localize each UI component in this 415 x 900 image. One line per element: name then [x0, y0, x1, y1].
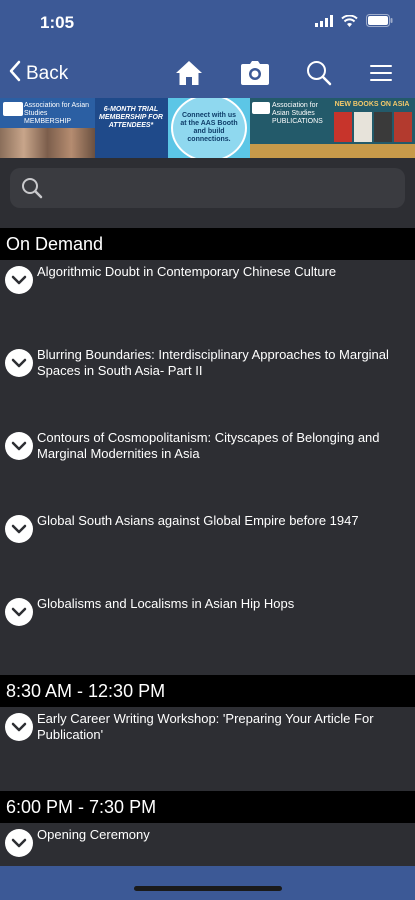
session-title: Early Career Writing Workshop: 'Preparin…	[37, 711, 374, 742]
session-title: Algorithmic Doubt in Contemporary Chines…	[37, 264, 337, 279]
search-area	[0, 158, 415, 228]
battery-icon	[366, 14, 393, 32]
section-header-time-slot: 8:30 AM - 12:30 PM	[0, 675, 415, 707]
aas-logo-icon	[3, 102, 23, 116]
connect-banner-segment: Connect with us at the AAS Booth and bui…	[168, 98, 250, 158]
publications-banner-segment: Association for Asian Studies PUBLICATIO…	[250, 98, 415, 158]
session-title: Contours of Cosmopolitanism: Cityscapes …	[37, 430, 380, 461]
camera-icon[interactable]	[240, 58, 270, 88]
chevron-down-icon[interactable]	[5, 266, 33, 294]
trial-membership-text: 6-MONTH TRIAL MEMBERSHIP FOR ATTENDEES*	[99, 106, 163, 129]
nav-bar: Back	[0, 46, 415, 98]
chevron-down-icon[interactable]	[5, 713, 33, 741]
new-books-text: NEW BOOKS ON ASIA	[334, 101, 410, 108]
chevron-down-icon[interactable]	[5, 829, 33, 857]
search-input[interactable]	[50, 176, 390, 200]
menu-icon[interactable]	[366, 58, 396, 88]
session-item[interactable]: Opening Ceremony	[0, 823, 415, 857]
connect-text: Connect with us at the AAS Booth and bui…	[180, 112, 238, 143]
book-cover-4	[394, 112, 412, 142]
session-item[interactable]: Algorithmic Doubt in Contemporary Chines…	[0, 260, 415, 294]
signal-icon	[315, 14, 333, 32]
session-title: Opening Ceremony	[37, 827, 150, 842]
session-item[interactable]: Global South Asians against Global Empir…	[0, 509, 415, 543]
session-title: Global South Asians against Global Empir…	[37, 513, 359, 528]
status-bar: 1:05	[0, 0, 415, 46]
status-icons	[315, 14, 393, 32]
chevron-down-icon[interactable]	[5, 598, 33, 626]
session-item[interactable]: Early Career Writing Workshop: 'Preparin…	[0, 707, 415, 743]
back-label: Back	[26, 63, 69, 84]
book-cover-1	[334, 112, 352, 142]
session-item[interactable]: Blurring Boundaries: Interdisciplinary A…	[0, 343, 415, 379]
aas-membership-text: Association for Asian Studies MEMBERSHIP	[24, 102, 89, 125]
aas-photo: Association for Asian Studies MEMBERSHIP	[0, 98, 95, 158]
book-cover-3	[374, 112, 392, 142]
attendees-photo	[0, 128, 95, 158]
chevron-down-icon[interactable]	[5, 432, 33, 460]
aas-publications-logo-icon	[252, 102, 270, 114]
search-field-icon	[21, 177, 43, 204]
home-icon[interactable]	[174, 58, 204, 88]
chevron-down-icon[interactable]	[5, 349, 33, 377]
session-title: Blurring Boundaries: Interdisciplinary A…	[37, 347, 389, 378]
home-indicator[interactable]	[134, 886, 282, 891]
promo-banner[interactable]: Association for Asian Studies MEMBERSHIP…	[0, 98, 415, 158]
book-cover-2	[354, 112, 372, 142]
section-header-on-demand: On Demand	[0, 228, 415, 260]
membership-banner-segment: Association for Asian Studies MEMBERSHIP…	[0, 98, 168, 158]
session-item[interactable]: Globalisms and Localisms in Asian Hip Ho…	[0, 592, 415, 626]
status-time: 1:05	[40, 13, 75, 32]
session-item[interactable]: Contours of Cosmopolitanism: Cityscapes …	[0, 426, 415, 462]
session-title: Globalisms and Localisms in Asian Hip Ho…	[37, 596, 295, 611]
aas-publications-text: Association for Asian Studies PUBLICATIO…	[272, 102, 323, 125]
back-button[interactable]: Back	[8, 60, 68, 88]
search-icon[interactable]	[304, 58, 334, 88]
bottom-bar	[0, 866, 415, 900]
search-box[interactable]	[10, 168, 405, 208]
chevron-left-icon	[8, 60, 22, 88]
section-header-time-slot: 6:00 PM - 7:30 PM	[0, 791, 415, 823]
wifi-icon	[341, 14, 358, 32]
chevron-down-icon[interactable]	[5, 515, 33, 543]
bookshelf	[250, 144, 415, 158]
